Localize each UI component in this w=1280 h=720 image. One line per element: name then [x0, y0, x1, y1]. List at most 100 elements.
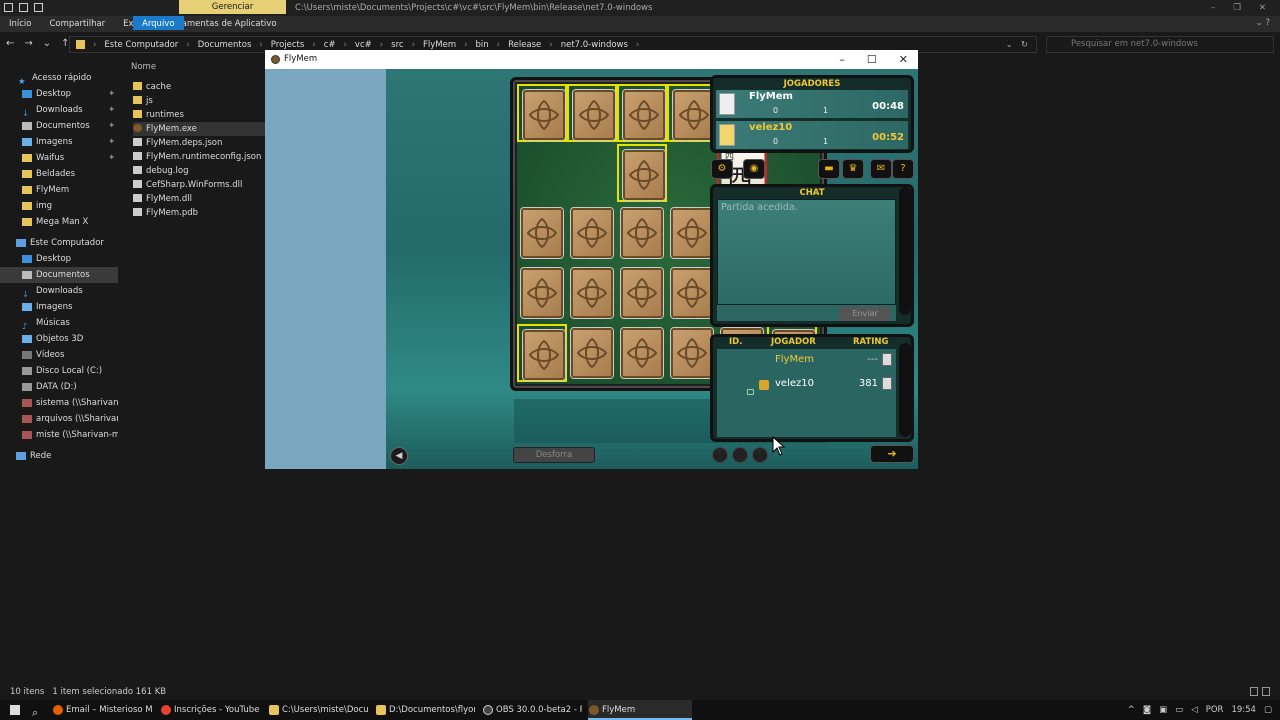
list-item[interactable]: runtimes [133, 108, 184, 122]
breadcrumb-item[interactable]: Documentos [198, 40, 252, 50]
breadcrumb-item[interactable]: bin [476, 40, 489, 50]
column-header-name[interactable]: Nome [131, 62, 156, 72]
nav-quick-access[interactable]: ★ Acesso rápido [0, 70, 118, 86]
memory-tile[interactable] [617, 264, 667, 322]
list-item[interactable]: FlyMem.deps.json [133, 136, 222, 150]
tab-compartilhar[interactable]: Compartilhar [41, 16, 115, 32]
memory-tile[interactable] [517, 324, 567, 382]
nav-mega-man-x[interactable]: Mega Man X [0, 214, 118, 230]
list-item[interactable]: js [133, 94, 153, 108]
memory-tile[interactable] [567, 204, 617, 262]
breadcrumb-item[interactable]: Este Computador [104, 40, 178, 50]
pin-icon[interactable]: ✦ [108, 121, 115, 131]
profile-button[interactable] [882, 377, 892, 390]
maximize-icon[interactable]: ❐ [1233, 0, 1241, 16]
pin-icon[interactable]: ✦ [108, 89, 115, 99]
nav-documentos[interactable]: Documentos [0, 118, 118, 134]
ranking-row[interactable]: velez10 381 [717, 375, 896, 395]
nav-miste[interactable]: miste (\\Sharivan-msi\s [0, 427, 118, 443]
taskbar-item[interactable]: C:\Users\miste\Docu... [268, 700, 368, 720]
volume-icon[interactable]: ◁ [1191, 700, 1198, 720]
breadcrumb-item[interactable]: FlyMem [423, 40, 456, 50]
chat-bubble-icon[interactable]: ✉ [870, 159, 892, 179]
send-button[interactable]: Enviar [839, 307, 891, 321]
nav-musicas[interactable]: ♪ Músicas [0, 315, 118, 331]
minimize-icon[interactable]: – [1211, 0, 1215, 16]
notification-icon[interactable]: ▢ [1264, 700, 1272, 720]
breadcrumb-item[interactable]: net7.0-windows [561, 40, 628, 50]
breadcrumb-item[interactable]: Projects [271, 40, 305, 50]
taskbar-item-flymem[interactable]: FlyMem [588, 700, 692, 720]
minimize-icon[interactable]: – [839, 50, 845, 69]
nav-desktop-pc[interactable]: Desktop [0, 251, 118, 267]
memory-tile[interactable] [517, 84, 567, 142]
search-input[interactable]: Pesquisar em net7.0-windows [1046, 36, 1274, 53]
help-icon[interactable]: ? [892, 159, 914, 179]
nav-imagens-pc[interactable]: Imagens [0, 299, 118, 315]
maximize-icon[interactable]: ☐ [867, 50, 877, 69]
memory-tile[interactable] [617, 84, 667, 142]
battery-icon[interactable]: ▭ [1175, 700, 1183, 720]
network-icon[interactable]: ▣ [1159, 700, 1167, 720]
settings-icon[interactable]: ⚙ [711, 159, 733, 179]
memory-tile[interactable] [617, 204, 667, 262]
memory-tile[interactable] [567, 84, 617, 142]
memory-tile[interactable] [517, 264, 567, 322]
breadcrumb-item[interactable]: c# [324, 40, 336, 50]
taskbar-item[interactable]: Email – Misterioso M... [52, 700, 152, 720]
back-icon[interactable]: ← [6, 38, 14, 49]
ribbon-expand-icon[interactable]: ⌄ ? [1256, 18, 1270, 28]
start-icon[interactable] [6, 700, 24, 720]
chevron-up-icon[interactable]: ^ [1128, 700, 1135, 720]
explorer-window-controls[interactable]: – ❐ ✕ [1211, 0, 1266, 16]
recent-dropdown-icon[interactable]: ⌄ [43, 38, 51, 49]
manage-tab[interactable]: Gerenciar [179, 0, 286, 14]
list-item[interactable]: cache [133, 80, 171, 94]
nav-desktop[interactable]: Desktop [0, 86, 118, 102]
nav-documentos-pc[interactable]: Documentos [0, 267, 118, 283]
list-item[interactable]: FlyMem.dll [133, 192, 192, 206]
nav-objetos-3d[interactable]: Objetos 3D [0, 331, 118, 347]
folder-icon[interactable] [4, 3, 13, 12]
close-icon[interactable]: ✕ [899, 50, 908, 69]
save-icon[interactable] [19, 3, 28, 12]
search-icon[interactable]: ⌕ [28, 700, 46, 720]
tab-arquivo[interactable]: Arquivo [133, 16, 184, 30]
nav-sistema[interactable]: sistema (\\Sharivan-ms [0, 395, 118, 411]
forfeit-button[interactable]: Desforra [513, 447, 595, 463]
list-item[interactable]: CefSharp.WinForms.dll [133, 178, 242, 192]
quick-access-toolbar[interactable] [4, 3, 43, 12]
nav-disco-local[interactable]: Disco Local (C:) [0, 363, 118, 379]
coin-icon[interactable]: ◉ [743, 159, 765, 179]
exit-icon[interactable]: ➜ [870, 445, 914, 463]
nav-waifus[interactable]: Waifus [0, 150, 118, 166]
taskbar-item[interactable]: OBS 30.0.0-beta2 - Pe... [482, 700, 582, 720]
nav-beldades[interactable]: Beldades [0, 166, 118, 182]
clock[interactable]: 19:54 [1231, 700, 1256, 720]
nav-downloads-pc[interactable]: ↓ Downloads [0, 283, 118, 299]
table-icon[interactable]: ▬ [818, 159, 840, 179]
ranking-scrollbar[interactable] [899, 343, 911, 437]
memory-tile[interactable] [567, 324, 617, 382]
chat-scrollbar[interactable] [899, 187, 911, 315]
list-item[interactable]: FlyMem.pdb [133, 206, 198, 220]
taskbar-item[interactable]: D:\Documentos\flyor... [375, 700, 475, 720]
nav-downloads[interactable]: ↓ Downloads [0, 102, 118, 118]
user-icon[interactable] [732, 447, 748, 463]
ranking-row[interactable]: FlyMem --- [717, 351, 896, 369]
list-item[interactable]: FlyMem.runtimeconfig.json [133, 150, 261, 164]
memory-tile[interactable] [617, 144, 667, 202]
list-item[interactable]: FlyMem.exe [133, 122, 265, 136]
profile-button[interactable] [882, 353, 892, 366]
nav-imagens[interactable]: Imagens [0, 134, 118, 150]
memory-tile[interactable] [617, 324, 667, 382]
nav-videos[interactable]: Vídeos [0, 347, 118, 363]
nav-este-computador[interactable]: Este Computador [0, 235, 118, 251]
nav-img[interactable]: img [0, 198, 118, 214]
trophy-icon[interactable]: ♛ [842, 159, 864, 179]
tiles-view-icon[interactable] [1262, 687, 1270, 696]
tab-inicio[interactable]: Início [0, 16, 41, 32]
forward-icon[interactable]: → [24, 38, 32, 49]
details-view-icon[interactable] [1250, 687, 1258, 696]
list-item[interactable]: debug.log [133, 164, 188, 178]
